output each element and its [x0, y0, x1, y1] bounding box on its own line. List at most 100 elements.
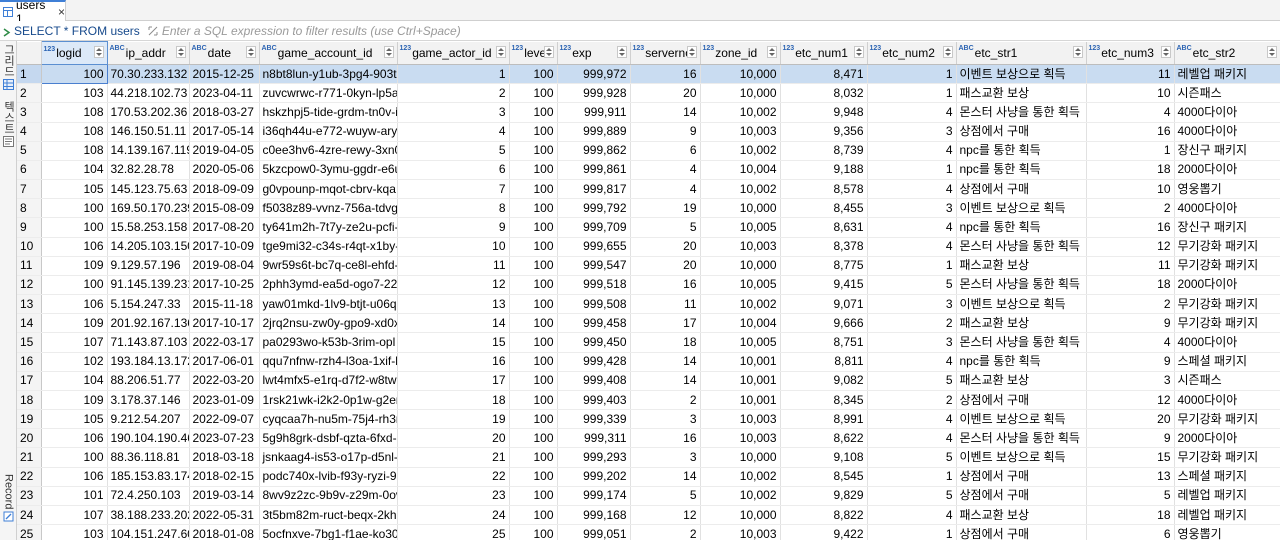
cell-logid[interactable]: 100 — [41, 447, 108, 468]
cell-zone_id[interactable]: 10,003 — [700, 428, 781, 449]
cell-etc_num2[interactable]: 4 — [867, 352, 957, 372]
row-number[interactable]: 4 — [17, 122, 42, 142]
cell-etc_num2[interactable]: 1 — [867, 524, 957, 540]
cell-etc_num3[interactable]: 3 — [1086, 371, 1175, 391]
cell-etc_num3[interactable]: 1 — [1086, 141, 1175, 161]
row-number[interactable]: 18 — [17, 390, 42, 411]
cell-level[interactable]: 100 — [509, 486, 558, 506]
cell-etc_str2[interactable]: 시즌패스 — [1174, 371, 1280, 391]
cell-etc_num2[interactable]: 2 — [867, 390, 957, 411]
cell-ip_addr[interactable]: 72.4.250.103 — [107, 486, 190, 506]
cell-date[interactable]: 2023-01-09 — [189, 390, 260, 411]
cell-exp[interactable]: 999,889 — [557, 122, 631, 142]
cell-zone_id[interactable]: 10,002 — [700, 486, 781, 506]
cell-ip_addr[interactable]: 190.104.190.46 — [107, 428, 190, 449]
cell-ip_addr[interactable]: 201.92.167.136 — [107, 313, 190, 334]
table-row[interactable]: 5 108 14.139.167.119 2019-04-05 c0ee3hv6-4zr… — [17, 141, 1280, 161]
column-header-date[interactable]: ABC date — [189, 41, 260, 65]
row-number[interactable]: 21 — [17, 447, 42, 468]
cell-etc_num3[interactable]: 13 — [1086, 467, 1175, 487]
cell-zone_id[interactable]: 10,005 — [700, 275, 781, 296]
sort-icon[interactable] — [495, 45, 506, 58]
cell-logid[interactable]: 103 — [41, 524, 108, 540]
row-number[interactable]: 12 — [17, 275, 42, 296]
cell-etc_num2[interactable]: 5 — [867, 447, 957, 468]
cell-etc_str2[interactable]: 무기강화 패키지 — [1174, 409, 1280, 430]
cell-etc_num3[interactable]: 10 — [1086, 83, 1175, 104]
column-header-level[interactable]: 123 level — [509, 41, 558, 65]
cell-level[interactable]: 100 — [509, 352, 558, 372]
cell-etc_str1[interactable]: 몬스터 사냥을 통한 획득 — [956, 237, 1087, 257]
cell-serverno[interactable]: 17 — [630, 313, 701, 334]
column-header-etc_str2[interactable]: ABC etc_str2 — [1174, 41, 1280, 65]
cell-zone_id[interactable]: 10,000 — [700, 198, 781, 219]
cell-ip_addr[interactable]: 70.30.233.132 — [107, 64, 190, 85]
column-header-game_account_id[interactable]: ABC game_account_id — [259, 41, 398, 65]
corner-cell[interactable] — [17, 41, 42, 65]
cell-ip_addr[interactable]: 71.143.87.103 — [107, 332, 190, 353]
cell-etc_num1[interactable]: 9,666 — [780, 313, 868, 334]
cell-etc_str2[interactable]: 무기강화 패키지 — [1174, 447, 1280, 468]
cell-etc_str2[interactable]: 2000다이아 — [1174, 275, 1280, 296]
cell-date[interactable]: 2018-03-27 — [189, 102, 260, 123]
sort-icon[interactable] — [1160, 45, 1171, 58]
cell-level[interactable]: 100 — [509, 141, 558, 161]
cell-zone_id[interactable]: 10,002 — [700, 179, 781, 200]
cell-etc_str2[interactable]: 레벨업 패키지 — [1174, 505, 1280, 526]
cell-zone_id[interactable]: 10,000 — [700, 505, 781, 526]
sort-icon[interactable] — [383, 45, 394, 58]
cell-level[interactable]: 100 — [509, 217, 558, 238]
cell-exp[interactable]: 999,709 — [557, 217, 631, 238]
cell-logid[interactable]: 100 — [41, 217, 108, 238]
results-grid[interactable]: 123 logid ABC ip_addr ABC date ABC game_account… — [17, 41, 1280, 540]
cell-level[interactable]: 100 — [509, 122, 558, 142]
table-row[interactable]: 11 109 9.129.57.196 2019-08-04 9wr59s6t-bc7q… — [17, 256, 1280, 276]
cell-exp[interactable]: 999,911 — [557, 102, 631, 123]
cell-exp[interactable]: 999,518 — [557, 275, 631, 296]
row-number[interactable]: 24 — [17, 505, 42, 526]
column-header-ip_addr[interactable]: ABC ip_addr — [107, 41, 190, 65]
cell-exp[interactable]: 999,862 — [557, 141, 631, 161]
cell-date[interactable]: 2018-01-08 — [189, 524, 260, 540]
cell-game_actor_id[interactable]: 21 — [397, 447, 510, 468]
cell-logid[interactable]: 109 — [41, 313, 108, 334]
cell-exp[interactable]: 999,972 — [557, 64, 631, 85]
cell-game_actor_id[interactable]: 11 — [397, 256, 510, 276]
cell-date[interactable]: 2018-02-15 — [189, 467, 260, 487]
row-number[interactable]: 14 — [17, 313, 42, 334]
cell-game_actor_id[interactable]: 2 — [397, 83, 510, 104]
cell-etc_num2[interactable]: 4 — [867, 505, 957, 526]
row-number[interactable]: 7 — [17, 179, 42, 200]
cell-ip_addr[interactable]: 170.53.202.36 — [107, 102, 190, 123]
cell-level[interactable]: 100 — [509, 237, 558, 257]
cell-etc_str1[interactable]: 상점에서 구매 — [956, 524, 1087, 540]
cell-level[interactable]: 100 — [509, 390, 558, 411]
cell-exp[interactable]: 999,458 — [557, 313, 631, 334]
cell-etc_str2[interactable]: 시즌패스 — [1174, 83, 1280, 104]
cell-etc_num1[interactable]: 8,822 — [780, 505, 868, 526]
cell-etc_num2[interactable]: 5 — [867, 486, 957, 506]
cell-etc_str1[interactable]: 몬스터 사냥을 통한 획득 — [956, 428, 1087, 449]
cell-logid[interactable]: 100 — [40, 63, 108, 85]
row-number[interactable]: 15 — [17, 332, 42, 353]
cell-etc_num1[interactable]: 8,811 — [780, 352, 868, 372]
cell-logid[interactable]: 108 — [41, 141, 108, 161]
cell-game_actor_id[interactable]: 3 — [397, 102, 510, 123]
cell-etc_str2[interactable]: 레벨업 패키지 — [1174, 64, 1280, 85]
sort-icon[interactable] — [245, 45, 256, 58]
cell-ip_addr[interactable]: 5.154.247.33 — [107, 294, 190, 315]
table-row[interactable]: 15 107 71.143.87.103 2022-03-17 pa0293wo-k53… — [17, 332, 1280, 353]
row-number[interactable]: 6 — [17, 160, 42, 181]
cell-etc_str1[interactable]: 패스교환 보상 — [956, 256, 1087, 276]
table-row[interactable]: 14 109 201.92.167.136 2017-10-17 2jrq2nsu-zw… — [17, 313, 1280, 334]
cell-level[interactable]: 100 — [509, 83, 558, 104]
cell-etc_str2[interactable]: 스페셜 패키지 — [1174, 467, 1280, 487]
cell-level[interactable]: 100 — [509, 198, 558, 219]
cell-etc_num1[interactable]: 9,948 — [780, 102, 868, 123]
cell-level[interactable]: 100 — [509, 160, 558, 181]
cell-game_account_id[interactable]: 5g9h8grk-dsbf-qzta-6fxd- — [259, 428, 398, 449]
cell-date[interactable]: 2022-09-07 — [189, 409, 260, 430]
cell-logid[interactable]: 109 — [41, 256, 108, 276]
cell-etc_num2[interactable]: 3 — [867, 332, 957, 353]
cell-etc_str2[interactable]: 무기강화 패키지 — [1174, 256, 1280, 276]
